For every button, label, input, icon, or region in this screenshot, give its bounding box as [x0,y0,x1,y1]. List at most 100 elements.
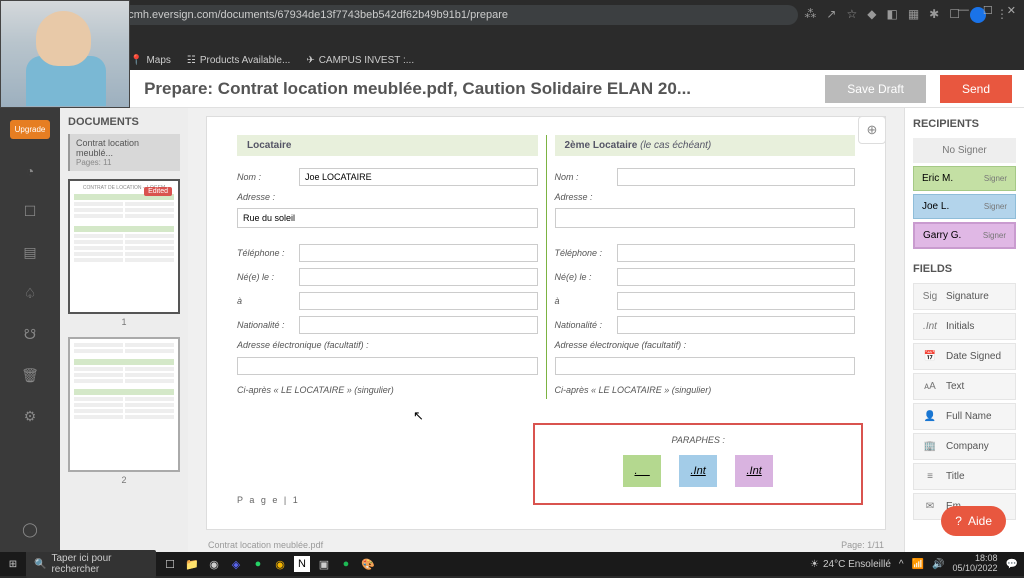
nat-right-input[interactable] [617,316,856,334]
taskview-icon[interactable]: ☐ [162,556,178,572]
paint-icon[interactable]: 🎨 [360,556,376,572]
ne-left-input[interactable] [299,268,538,286]
tel-right-input[interactable] [617,244,856,262]
bookmark-maps[interactable]: 📍 Maps [130,55,171,66]
settings-icon[interactable]: ⚙ [24,408,37,425]
star-icon[interactable]: ☆ [846,7,857,23]
current-document[interactable]: Contrat location meublé... Pages: 11 [68,134,180,171]
app-sidebar: Upgrade ◔ ☐ ▤ ♤ ☋ 🗑 ⚙ ◯ [0,70,60,552]
a-right-input[interactable] [617,292,856,310]
webcam-overlay [0,0,130,108]
thumbnail-1[interactable]: Edited CONTRAT DE LOCATION – LOGEM [68,179,180,314]
field-full-name[interactable]: 👤Full Name [913,403,1016,430]
initials-field-garry[interactable]: .Int [735,455,773,487]
field-company[interactable]: 🏢Company [913,433,1016,460]
footer-note-right: Ci-après « LE LOCATAIRE » (singulier) [555,385,856,395]
wifi-icon[interactable]: 📶 [912,559,924,570]
puzzle-icon[interactable]: ✱ [929,7,939,23]
page-title: Prepare: Contrat location meublée.pdf, C… [144,79,811,99]
col-right-header: 2ème Locataire (le cas échéant) [555,135,856,156]
send-button[interactable]: Send [940,75,1012,103]
field-text[interactable]: ᴀAText [913,373,1016,400]
edited-badge: Edited [144,187,172,196]
preview-area[interactable]: ⊕ Locataire Nom : Adresse : Téléphone : … [188,108,904,552]
initials-field-joe[interactable]: .Int [679,455,717,487]
thumbnail-2[interactable] [68,337,180,472]
notifications-icon[interactable]: 💬 [1006,559,1018,570]
zoom-button[interactable]: ⊕ [858,116,886,144]
footer-note-left: Ci-après « LE LOCATAIRE » (singulier) [237,385,538,395]
documents-panel: DOCUMENTS Contrat location meublé... Pag… [60,108,188,552]
field-signature[interactable]: SigSignature [913,283,1016,310]
start-button[interactable]: ⊞ [6,559,20,570]
nom-right-input[interactable] [617,168,856,186]
page-number: P a g e | 1 [229,495,300,505]
recipient-none[interactable]: No Signer [913,138,1016,163]
templates-icon[interactable]: ▤ [23,244,36,261]
help-icon[interactable]: ◯ [22,521,38,538]
contacts-icon[interactable]: ☋ [24,326,36,343]
a-left-input[interactable] [299,292,538,310]
app-header: ent Settings Prepare: Contrat location m… [60,70,1024,108]
documents-title: DOCUMENTS [68,116,180,128]
email-right-input[interactable] [555,357,856,375]
edge-icon[interactable]: ◉ [206,556,222,572]
recipient-eric[interactable]: Eric M.Signer [913,166,1016,191]
app2-icon[interactable]: ▣ [316,556,332,572]
notify-icon[interactable]: ♤ [24,285,37,302]
adresse-right-input[interactable] [555,208,856,228]
ext1-icon[interactable]: ◆ [867,7,876,23]
trash-icon[interactable]: 🗑 [21,367,39,384]
whatsapp-icon[interactable]: ● [250,556,266,572]
recipients-title: RECIPIENTS [913,118,1016,130]
nat-left-input[interactable] [299,316,538,334]
bookmark-products[interactable]: ☷ Products Available... [187,55,290,66]
ext3-icon[interactable]: ▦ [908,7,919,23]
share-icon[interactable]: ↗ [826,7,836,23]
notion-icon[interactable]: N [294,556,310,572]
spotify-icon[interactable]: ● [338,556,354,572]
locataire-column: Locataire Nom : Adresse : Téléphone : Né… [229,135,547,399]
save-draft-button[interactable]: Save Draft [825,75,926,103]
documents-icon[interactable]: ☐ [24,203,37,220]
paraphes-title: PARAPHES : [549,435,847,445]
thumb-num-2: 2 [68,475,180,485]
adresse-left-input[interactable] [237,208,538,228]
bookmark-campus[interactable]: ✈ CAMPUS INVEST :... [306,55,414,66]
document-footer: Contrat location meublée.pdfPage: 1/11 [206,536,886,552]
browser-chrome: ericmh.eversign.com/documents/67934de13f… [0,0,1024,50]
thumb-num-1: 1 [68,317,180,327]
translate-icon[interactable]: ⁂ [804,7,816,23]
nom-left-input[interactable] [299,168,538,186]
ext2-icon[interactable]: ◧ [886,7,897,23]
ne-right-input[interactable] [617,268,856,286]
taskbar-search[interactable]: 🔍 Taper ici pour rechercher [26,550,156,578]
recipient-joe[interactable]: Joe L.Signer [913,194,1016,219]
field-title[interactable]: ≡Title [913,463,1016,490]
recipient-garry[interactable]: Garry G.Signer [913,222,1016,249]
app1-icon[interactable]: ◈ [228,556,244,572]
weather-widget[interactable]: ☀ 24°C Ensoleillé [810,559,891,570]
taskbar: ⊞ 🔍 Taper ici pour rechercher ☐ 📁 ◉ ◈ ● … [0,552,1024,576]
aide-button[interactable]: ? Aide [941,506,1006,536]
address-bar[interactable]: ericmh.eversign.com/documents/67934de13f… [108,5,798,25]
volume-icon[interactable]: 🔊 [932,559,944,570]
upgrade-button[interactable]: Upgrade [10,120,51,139]
field-date-signed[interactable]: 📅Date Signed [913,343,1016,370]
field-initials[interactable]: .IntInitials [913,313,1016,340]
taskbar-clock[interactable]: 18:0805/10/2022 [953,554,998,574]
initials-field-eric[interactable]: .__ [623,455,661,487]
fields-title: FIELDS [913,263,1016,275]
email-left-input[interactable] [237,357,538,375]
locataire2-column: 2ème Locataire (le cas échéant) Nom : Ad… [547,135,864,399]
chevron-up-icon[interactable]: ^ [899,559,904,570]
window-controls[interactable]: —☐✕ [958,4,1016,17]
tel-left-input[interactable] [299,244,538,262]
right-panel: RECIPIENTS No Signer Eric M.Signer Joe L… [904,108,1024,552]
explorer-icon[interactable]: 📁 [184,556,200,572]
bookmarks-bar: 📍 Maps ☷ Products Available... ✈ CAMPUS … [0,50,1024,70]
dashboard-icon[interactable]: ◔ [26,163,34,179]
document-page-1: Locataire Nom : Adresse : Téléphone : Né… [206,116,886,530]
chrome-icon[interactable]: ◉ [272,556,288,572]
paraphes-box: PARAPHES : .__ .Int .Int [533,423,863,505]
